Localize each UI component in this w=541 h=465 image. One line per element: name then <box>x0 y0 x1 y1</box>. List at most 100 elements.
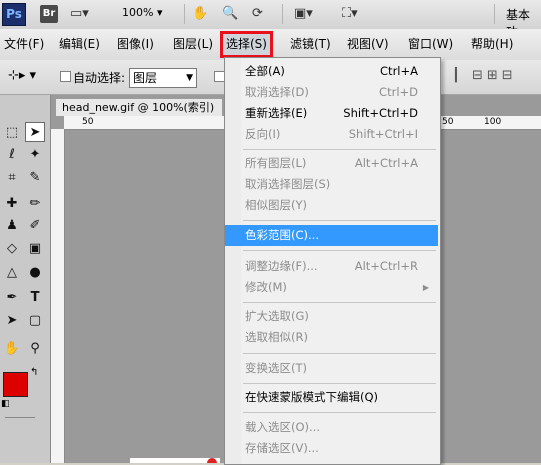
menu-item-modify[interactable]: 修改(M) ▶ <box>225 277 438 298</box>
menu-item-label: 在快速蒙版模式下编辑(Q) <box>245 390 379 404</box>
menu-item-label: 相似图层(Y) <box>245 198 307 212</box>
zoom-level-value: 100% <box>122 6 154 19</box>
menu-item-shortcut: Alt+Ctrl+A <box>354 156 418 170</box>
menu-item-label: 存储选区(V)... <box>245 441 319 455</box>
menu-item-all-layers[interactable]: 所有图层(L) Alt+Ctrl+A <box>225 153 438 174</box>
menu-item-transform-selection[interactable]: 变换选区(T) <box>225 358 438 379</box>
ruler-label: 50 <box>442 117 454 127</box>
move-tool-preset-icon[interactable]: ⊹▸ ▾ <box>8 68 36 83</box>
menu-item-similar[interactable]: 选取相似(R) <box>225 327 438 348</box>
menu-separator <box>243 220 436 221</box>
shape-tool-icon[interactable]: ▢ <box>25 311 45 331</box>
menu-item-shortcut: Ctrl+A <box>380 64 418 78</box>
submenu-arrow-icon: ▶ <box>422 283 429 292</box>
menu-item-shortcut: Shift+Ctrl+D <box>343 106 418 120</box>
menu-separator <box>243 302 436 303</box>
hand-tool-panel-icon[interactable]: ✋ <box>2 339 22 359</box>
menu-item-shortcut: Alt+Ctrl+R <box>354 259 418 273</box>
menu-item-label: 所有图层(L) <box>245 156 307 170</box>
align-distribute-icons[interactable]: ┃ ⊟⊞⊟ <box>452 68 517 83</box>
swap-colors-icon[interactable]: ↰ <box>30 367 38 378</box>
crop-tool-icon[interactable]: ⌗ <box>2 168 22 188</box>
rotate-view-icon[interactable]: ⟳ <box>252 4 263 24</box>
hand-tool-icon[interactable]: ✋ <box>192 4 208 24</box>
healing-brush-icon[interactable]: ✚ <box>2 194 22 214</box>
menu-separator <box>243 149 436 150</box>
menu-item-label: 全部(A) <box>245 64 285 78</box>
arrange-documents-icon[interactable]: ▣▾ <box>294 4 313 24</box>
menu-item-label: 反向(I) <box>245 127 281 141</box>
menu-window[interactable]: 窗口(W) <box>406 29 455 60</box>
menu-item-label: 调整边缘(F)... <box>245 259 318 273</box>
auto-select-checkbox[interactable] <box>60 71 71 82</box>
vertical-ruler <box>51 129 65 463</box>
photoshop-logo: Ps <box>2 3 26 26</box>
default-colors-icon[interactable]: ◧ <box>1 399 10 409</box>
screen-mode-icon[interactable]: ⛶▾ <box>342 4 358 24</box>
chevron-down-icon: ▼ <box>186 73 193 83</box>
auto-select-target-select[interactable]: 图层 ▼ <box>129 68 197 88</box>
zoom-tool-icon[interactable]: 🔍 <box>222 4 238 24</box>
history-brush-icon[interactable]: ✐ <box>25 216 45 236</box>
menu-edit[interactable]: 编辑(E) <box>57 29 102 60</box>
menu-file[interactable]: 文件(F) <box>2 29 46 60</box>
eyedropper-icon[interactable]: ✎ <box>25 168 45 188</box>
marquee-tool-icon[interactable]: ⬚ <box>2 123 22 143</box>
dodge-tool-icon[interactable]: ● <box>25 263 45 283</box>
menu-separator <box>243 383 436 384</box>
clone-stamp-icon[interactable]: ♟ <box>2 216 22 236</box>
separator <box>184 4 185 24</box>
menu-filter[interactable]: 滤镜(T) <box>288 29 333 60</box>
ruler-label: 100 <box>484 117 502 127</box>
menu-item-load-selection[interactable]: 载入选区(O)... <box>225 417 438 438</box>
menu-layer[interactable]: 图层(L) <box>171 29 215 60</box>
menu-item-color-range[interactable]: 色彩范围(C)... <box>225 225 438 246</box>
bridge-button[interactable]: Br <box>40 5 58 23</box>
canvas-image-detail <box>207 458 217 463</box>
separator <box>494 4 495 24</box>
menu-view[interactable]: 视图(V) <box>345 29 391 60</box>
film-strip-icon[interactable]: ▭▾ <box>70 4 89 24</box>
separator <box>282 4 283 24</box>
auto-select-label: 自动选择: <box>73 71 126 85</box>
menu-item-quick-mask[interactable]: 在快速蒙版模式下编辑(Q) <box>225 387 438 408</box>
application-bar: Ps Br ▭▾ 100% ▾ ✋ 🔍 ⟳ ▣▾ ⛶▾ 基本功 <box>0 0 541 39</box>
menu-item-label: 修改(M) <box>245 280 287 294</box>
menu-separator <box>243 412 436 413</box>
menu-item-select-all[interactable]: 全部(A) Ctrl+A <box>225 61 438 82</box>
magic-wand-icon[interactable]: ✦ <box>25 145 45 165</box>
zoom-tool-panel-icon[interactable]: ⚲ <box>25 339 45 359</box>
menu-item-label: 选取相似(R) <box>245 330 308 344</box>
menu-item-inverse[interactable]: 反向(I) Shift+Ctrl+I <box>225 124 438 145</box>
menu-separator <box>243 250 436 251</box>
type-tool-icon[interactable]: T <box>25 288 45 308</box>
foreground-color-swatch[interactable] <box>3 372 28 397</box>
lasso-tool-icon[interactable]: ℓ <box>2 145 22 165</box>
path-selection-icon[interactable]: ➤ <box>2 311 22 331</box>
menu-help[interactable]: 帮助(H) <box>469 29 515 60</box>
menu-item-label: 扩大选取(G) <box>245 309 309 323</box>
move-tool-icon[interactable]: ➤ <box>25 122 45 142</box>
menu-item-refine-edge[interactable]: 调整边缘(F)... Alt+Ctrl+R <box>225 256 438 277</box>
menu-item-label: 取消选择(D) <box>245 85 309 99</box>
eraser-tool-icon[interactable]: ◇ <box>2 239 22 259</box>
zoom-level-dropdown[interactable]: 100% ▾ <box>122 6 162 19</box>
menu-item-save-selection[interactable]: 存储选区(V)... <box>225 438 438 459</box>
menu-item-deselect[interactable]: 取消选择(D) Ctrl+D <box>225 82 438 103</box>
menu-item-label: 载入选区(O)... <box>245 420 320 434</box>
menu-select[interactable]: 选择(S) <box>220 31 273 58</box>
menu-item-deselect-layers[interactable]: 取消选择图层(S) <box>225 174 438 195</box>
pen-tool-icon[interactable]: ✒ <box>2 288 22 308</box>
document-tab[interactable]: head_new.gif @ 100%(索引) <box>55 98 223 116</box>
tools-panel: ⬚ ➤ ℓ ✦ ⌗ ✎ ✚ ✏ ♟ ✐ ◇ ▣ △ ● ✒ T ➤ ▢ ✋ ⚲ … <box>0 95 51 463</box>
menu-item-shortcut: Ctrl+D <box>379 85 418 99</box>
menu-item-similar-layers[interactable]: 相似图层(Y) <box>225 195 438 216</box>
menu-image[interactable]: 图像(I) <box>115 29 156 60</box>
menu-item-reselect[interactable]: 重新选择(E) Shift+Ctrl+D <box>225 103 438 124</box>
gradient-tool-icon[interactable]: ▣ <box>25 239 45 259</box>
auto-select-target-value: 图层 <box>133 71 158 85</box>
brush-tool-icon[interactable]: ✏ <box>25 194 45 214</box>
menu-item-label: 色彩范围(C)... <box>245 228 319 242</box>
menu-item-grow[interactable]: 扩大选取(G) <box>225 306 438 327</box>
blur-tool-icon[interactable]: △ <box>2 263 22 283</box>
